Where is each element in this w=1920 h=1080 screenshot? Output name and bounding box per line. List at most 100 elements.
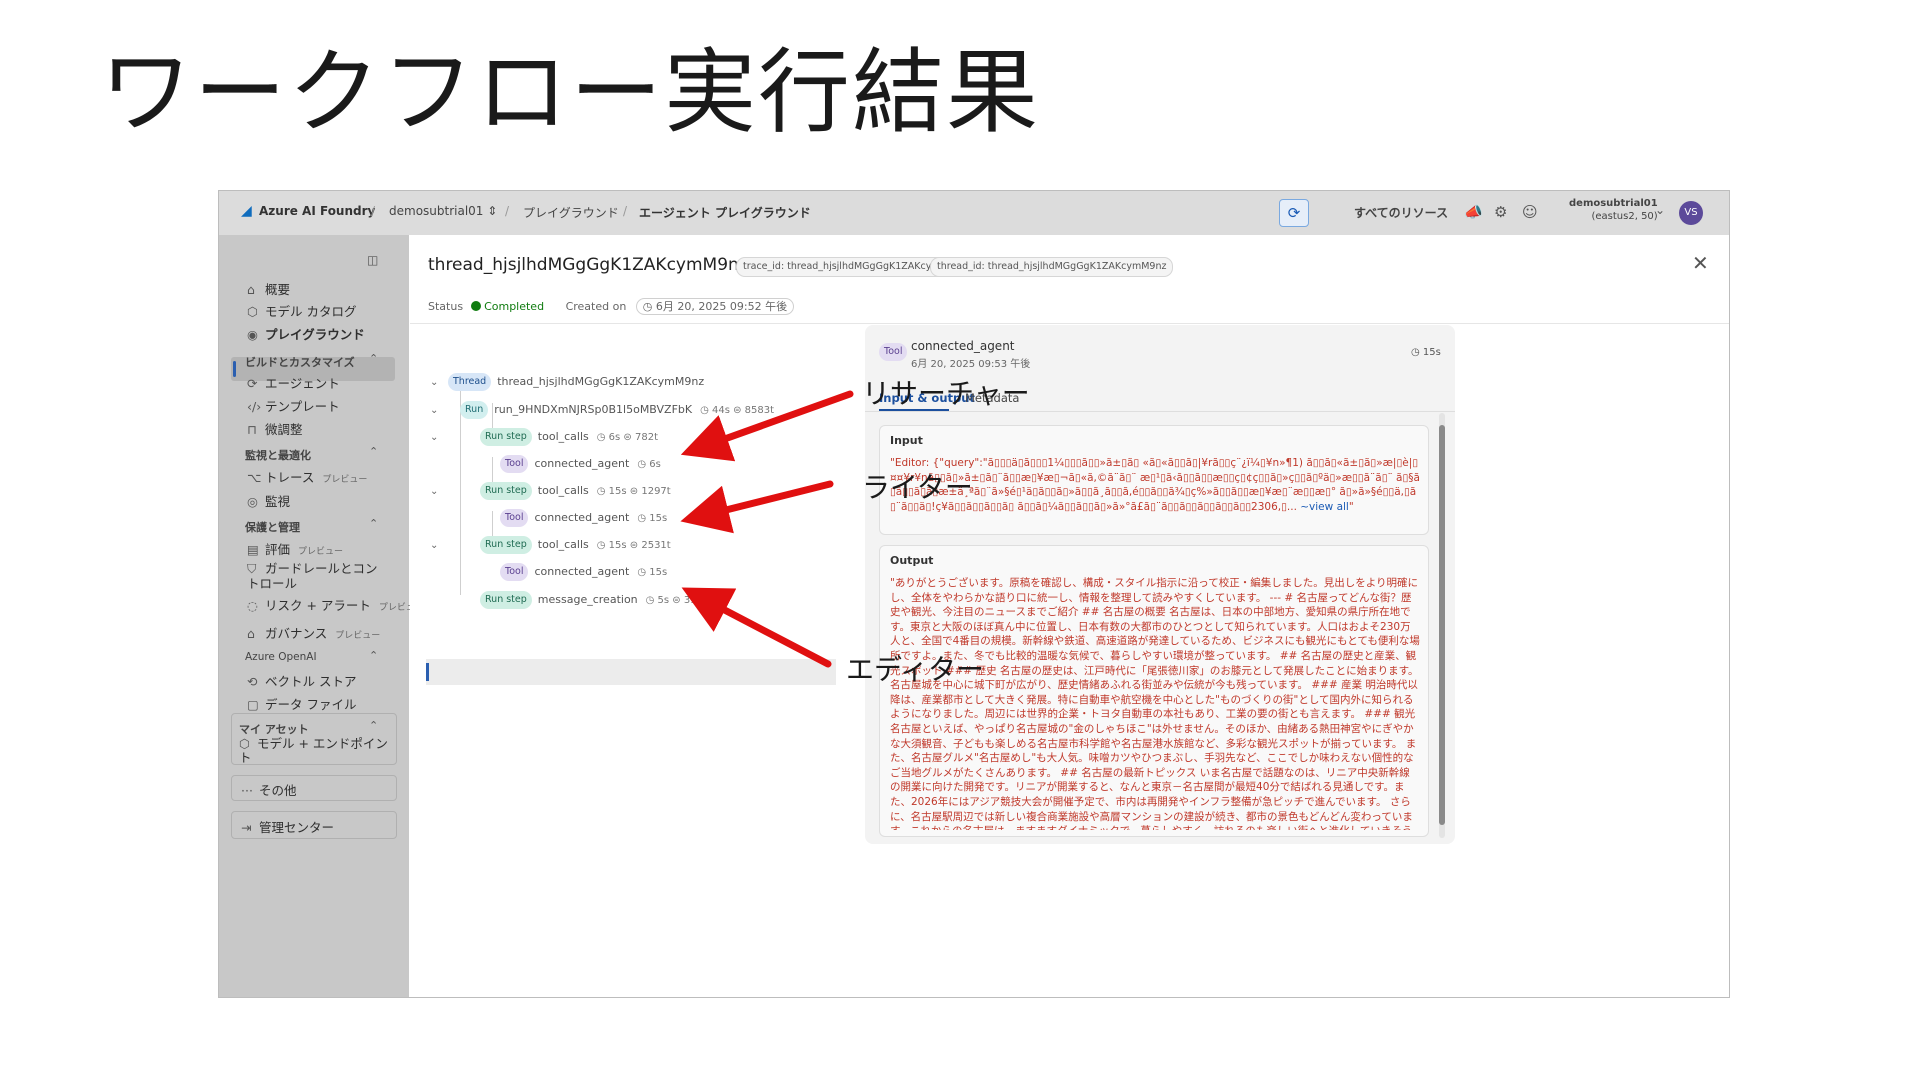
agent-icon: ⟳ [247,376,258,391]
annotation-researcher: リサーチャー [862,377,1030,410]
tree-row-name: connected_agent [534,457,630,470]
project-selector[interactable]: demosubtrial01 ⇕ [389,204,497,218]
tree-row-run-step[interactable]: Run step tool_calls ◷ 6s ⊜ 782t [480,426,658,448]
project-name: demosubtrial01 [389,204,484,218]
detail-date: 6月 20, 2025 09:53 午後 [911,359,1031,370]
tool-badge: Tool [500,563,529,581]
tree-row-run-step[interactable]: Run step message_creation ◷ 5s ⊜ 3973t [480,589,713,611]
exit-icon: ⇥ [241,820,252,835]
tree-row-run-step[interactable]: Run step tool_calls ◷ 15s ⊜ 2531t [480,534,671,556]
close-icon[interactable]: ✕ [1692,251,1709,275]
tree-row-tool[interactable]: Tool connected_agent ◷ 15s [500,507,667,529]
created-date: ◷ 6月 20, 2025 09:52 午後 [635,298,795,315]
chevron-up-icon[interactable]: ⌃ [369,719,378,732]
tree-row-stats: ◷ 15s [637,513,668,524]
sidebar-item-label: その他 [259,783,297,798]
sidebar-item-more[interactable]: ··· その他 [241,780,297,799]
tree-row-name: message_creation [537,593,638,606]
section-protect-govern: 保護と管理 [245,521,300,534]
refresh-icon[interactable]: ⟳ [1279,199,1309,227]
sidebar-item-label: ベクトル ストア [265,674,357,689]
breadcrumb-playground[interactable]: プレイグラウンド [523,204,619,221]
tool-badge: Tool [500,455,529,473]
chevron-down-icon[interactable]: ⌄ [430,540,438,551]
tree-row-run-step[interactable]: Run step tool_calls ◷ 15s ⊜ 1297t [480,480,671,502]
azure-logo-icon: ◢ [241,203,252,219]
sidebar-item-label: 評価 [265,542,291,557]
view-all-link[interactable]: ~view all [1300,501,1349,513]
all-resources-link[interactable]: すべてのリソース [1354,204,1448,221]
sidebar-item-evaluation[interactable]: ▤ 評価 プレビュー [247,539,343,558]
bank-icon: ⌂ [247,626,255,641]
selected-row-indicator [426,663,429,681]
detail-duration: ◷ 15s [1411,347,1441,358]
chevron-down-icon[interactable]: ⌄ [1655,203,1665,217]
thread-id-pill[interactable]: thread_id: thread_hjsjlhdMGgGgK1ZAKcymM9… [930,257,1174,277]
sidebar-item-label: 管理センター [259,820,335,835]
tree-row-name: tool_calls [537,484,589,497]
top-bar: ◢ Azure AI Foundry / demosubtrial01 ⇕ / … [219,191,1729,235]
gear-icon[interactable]: ⚙ [1494,203,1507,221]
tree-row-tool[interactable]: Tool connected_agent ◷ 6s [500,453,661,475]
preview-tag: プレビュー [335,631,381,641]
chevron-down-icon[interactable]: ⌄ [430,432,438,443]
sidebar-item-label: ガバナンス [265,626,328,641]
tree-row-name: tool_calls [537,538,589,551]
megaphone-icon[interactable]: 📣 [1464,203,1483,221]
sidebar-item-model-catalog[interactable]: ⬡ モデル カタログ [247,301,356,320]
sidebar-item-vector-stores[interactable]: ⟲ ベクトル ストア [247,671,356,690]
avatar[interactable]: VS [1679,201,1703,225]
breadcrumb-agent-playground: エージェント プレイグラウンド [639,206,811,220]
tree-row-tool-selected[interactable]: Tool connected_agent ◷ 15s [500,561,667,583]
thread-title: thread_hjsjlhdMGgGgK1ZAKcymM9nz [428,255,748,275]
sidebar-item-models-endpoints[interactable]: ⬡ モデル + エンドポイント [239,737,389,765]
run-badge: Run [460,401,489,419]
sidebar-item-risk-alerts[interactable]: ◌ リスク + アラート プレビュー [247,595,424,614]
sidebar-active-indicator [233,361,236,377]
chevron-down-icon[interactable]: ⌄ [430,405,438,416]
chevron-up-icon[interactable]: ⌃ [369,352,378,365]
scrollbar-thumb[interactable] [1439,425,1445,825]
cube-icon: ⬡ [247,304,258,319]
output-text: "ありがとうございます。原稿を確認し、構成・スタイル指示に沿って校正・編集しまし… [890,577,1420,830]
created-date-value: 6月 20, 2025 09:52 午後 [655,300,788,313]
status-badge: Completed [484,300,545,313]
tree-row-stats: ◷ 15s ⊜ 2531t [596,540,671,551]
sidebar-item-label: モデル + エンドポイント [239,736,388,765]
sidebar-item-overview[interactable]: ⌂ 概要 [247,279,290,298]
chevron-up-icon[interactable]: ⌃ [369,445,378,458]
evaluation-icon: ▤ [247,542,259,557]
tree-row-thread[interactable]: Thread thread_hjsjlhdMGgGgK1ZAKcymM9nz [448,371,704,393]
tree-row-stats: ◷ 44s ⊜ 8583t [700,405,775,416]
preview-tag: プレビュー [322,475,368,485]
chevron-down-icon[interactable]: ⌄ [430,377,438,388]
run-step-badge: Run step [480,536,532,554]
chevron-up-icon[interactable]: ⌃ [369,649,378,662]
sidebar-item-templates[interactable]: ‹/› テンプレート [247,396,340,415]
tree-row-run[interactable]: Run run_9HNDXmNJRSp0B1l5oMBVZFbK ◷ 44s ⊜ 8… [460,399,774,421]
sidebar-item-monitoring[interactable]: ◎ 監視 [247,491,290,510]
thread-detail-panel: thread_hjsjlhdMGgGgK1ZAKcymM9nz trace_id… [410,235,1729,997]
sidebar-item-governance[interactable]: ⌂ ガバナンス プレビュー [247,623,380,642]
chevron-up-icon[interactable]: ⌃ [369,517,378,530]
tree-row-stats: ◷ 6s ⊜ 782t [596,432,658,443]
sidebar-item-fine-tuning[interactable]: ⊓ 微調整 [247,419,303,438]
sidebar-item-guardrails[interactable]: ⛉ ガードレールとコントロール [247,561,387,591]
monitor-icon: ◎ [247,494,258,509]
file-icon: ▢ [247,697,259,712]
tree-row-stats: ◷ 5s ⊜ 3973t [645,595,714,606]
sidebar-item-management-center[interactable]: ⇥ 管理センター [241,817,334,836]
trace-icon: ⌥ [247,470,262,485]
tree-row-name: run_9HNDXmNJRSp0B1l5oMBVZFbK [494,403,693,416]
smiley-icon[interactable]: ☺ [1522,203,1538,221]
collapse-sidebar-icon[interactable]: ◫ [367,253,378,267]
brand-link[interactable]: Azure AI Foundry [259,204,375,218]
sidebar-item-data-files[interactable]: ▢ データ ファイル [247,694,356,713]
alert-icon: ◌ [247,598,258,613]
chevron-down-icon[interactable]: ⌄ [430,486,438,497]
sidebar-item-label: 概要 [265,282,291,297]
sidebar-item-tracing[interactable]: ⌥ トレース プレビュー [247,467,367,486]
sidebar-item-agents[interactable]: ⟳ エージェント [247,373,340,392]
sidebar-item-playground[interactable]: ◉ プレイグラウンド [247,324,365,343]
account-info[interactable]: demosubtrial01 (eastus2, 50) [1569,197,1658,223]
